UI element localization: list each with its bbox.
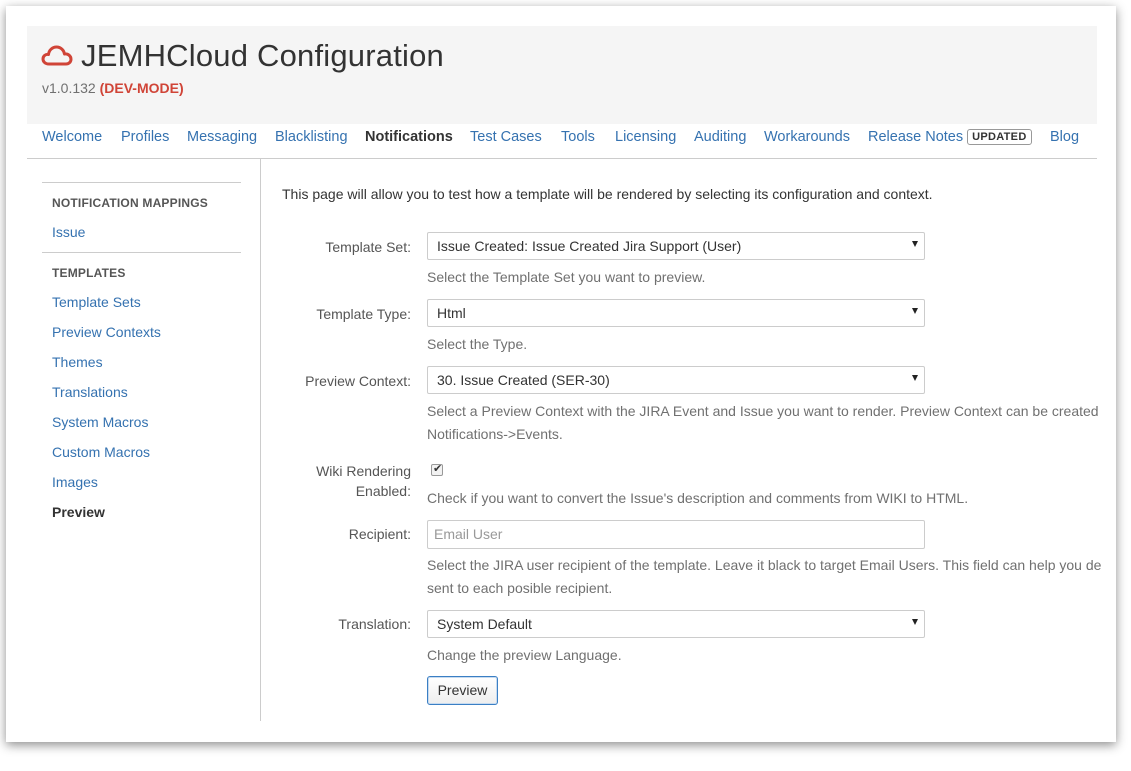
sidebar: NOTIFICATION MAPPINGS Issue TEMPLATES Te… [27,159,261,721]
nav-item-messaging[interactable]: Messaging [187,129,257,145]
preview-context-value: 30. Issue Created (SER-30) [437,372,610,388]
sidebar-heading-notification-mappings: NOTIFICATION MAPPINGS [52,196,208,210]
preview-context-label: Preview Context: [305,373,411,389]
recipient-input[interactable]: Email User [427,520,925,549]
sidebar-divider [42,252,241,253]
nav-item-release-notes-label: Release Notes [868,129,964,145]
updated-badge: UPDATED [967,129,1032,145]
checkmark-icon: ✔ [433,463,443,475]
sidebar-item-preview-contexts[interactable]: Preview Contexts [52,324,161,340]
recipient-help-line1: Select the JIRA user recipient of the te… [427,557,1102,573]
template-type-label: Template Type: [316,306,411,322]
sidebar-item-custom-macros[interactable]: Custom Macros [52,444,150,460]
recipient-label: Recipient: [348,526,411,542]
main-content: This page will allow you to test how a t… [261,159,1116,739]
recipient-help-line2: sent to each posible recipient. [427,580,613,596]
wiki-rendering-help: Check if you want to convert the Issue's… [427,490,969,506]
sidebar-item-template-sets[interactable]: Template Sets [52,294,141,310]
template-set-value: Issue Created: Issue Created Jira Suppor… [437,238,742,254]
template-set-select[interactable]: Issue Created: Issue Created Jira Suppor… [427,232,925,260]
recipient-placeholder: Email User [434,526,503,542]
sidebar-item-themes[interactable]: Themes [52,354,103,370]
dropdown-arrow-icon [912,619,918,625]
dev-mode-badge: (DEV-MODE) [99,80,184,96]
title-row: JEMHCloud Configuration [41,36,444,76]
template-type-help: Select the Type. [427,336,528,352]
cloud-icon [41,44,73,68]
sidebar-item-preview[interactable]: Preview [52,504,105,520]
template-type-select[interactable]: Html [427,299,925,327]
dropdown-arrow-icon [912,241,918,247]
dropdown-arrow-icon [912,308,918,314]
nav-item-tools[interactable]: Tools [561,129,595,145]
template-type-value: Html [437,305,466,321]
nav-item-licensing[interactable]: Licensing [615,129,676,145]
page-title: JEMHCloud Configuration [81,38,444,73]
wiki-rendering-checkbox[interactable]: ✔ [431,463,443,476]
sidebar-divider [42,182,241,183]
sidebar-item-issue[interactable]: Issue [52,224,85,240]
translation-value: System Default [437,616,532,632]
translation-help: Change the preview Language. [427,647,622,663]
nav-item-welcome[interactable]: Welcome [42,129,102,145]
nav-item-blacklisting[interactable]: Blacklisting [275,129,348,145]
sidebar-item-system-macros[interactable]: System Macros [52,414,148,430]
nav-item-profiles[interactable]: Profiles [121,129,169,145]
sidebar-item-images[interactable]: Images [52,474,98,490]
top-nav: Welcome Profiles Messaging Blacklisting … [27,124,1097,159]
app-window: JEMHCloud Configuration v1.0.132 (DEV-MO… [6,6,1116,742]
version-info: v1.0.132 (DEV-MODE) [42,80,184,96]
translation-label: Translation: [338,616,411,632]
nav-item-test-cases[interactable]: Test Cases [470,129,542,145]
preview-context-help-line1: Select a Preview Context with the JIRA E… [427,403,1099,419]
nav-item-auditing[interactable]: Auditing [694,129,746,145]
page-header: JEMHCloud Configuration v1.0.132 (DEV-MO… [27,26,1097,124]
translation-select[interactable]: System Default [427,610,925,638]
preview-context-select[interactable]: 30. Issue Created (SER-30) [427,366,925,394]
template-set-help: Select the Template Set you want to prev… [427,269,706,285]
preview-context-help-line2: Notifications->Events. [427,426,563,442]
sidebar-heading-templates: TEMPLATES [52,266,126,280]
nav-item-notifications[interactable]: Notifications [365,129,453,145]
sidebar-item-translations[interactable]: Translations [52,384,128,400]
template-set-label: Template Set: [325,239,411,255]
version-number: v1.0.132 [42,80,96,96]
wiki-rendering-label-line1: Wiki Rendering [316,463,411,479]
preview-button[interactable]: Preview [427,676,498,705]
intro-text: This page will allow you to test how a t… [282,186,933,202]
nav-item-workarounds[interactable]: Workarounds [764,129,850,145]
nav-item-release-notes[interactable]: Release Notes UPDATED [868,129,1032,145]
dropdown-arrow-icon [912,375,918,381]
wiki-rendering-label-line2: Enabled: [355,483,411,499]
nav-item-blog[interactable]: Blog [1050,129,1079,145]
